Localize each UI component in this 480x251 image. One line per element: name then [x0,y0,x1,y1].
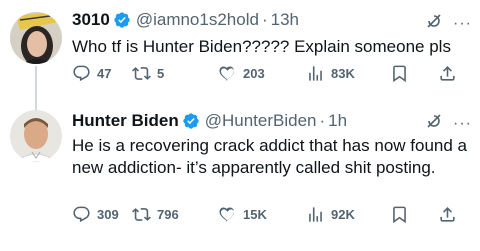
retweet-icon [132,67,151,80]
header-icons: ··· [425,112,472,135]
views-button[interactable]: 92K [306,205,355,224]
grok-icon[interactable] [425,112,443,135]
view-count: 92K [331,207,355,222]
views-icon [309,66,322,81]
tweet[interactable]: Hunter Biden @HunterBiden · 1h ··· He is… [0,100,480,251]
handle[interactable]: @HunterBiden [205,111,317,131]
tweet-text: He is a recovering crack addict that has… [72,136,467,177]
display-name[interactable]: 3010 [72,10,110,30]
retweet-count: 796 [157,207,179,222]
like-button[interactable]: 15K [218,205,267,224]
retweet-count: 5 [157,66,165,81]
bookmark-icon [393,206,406,224]
like-button[interactable]: 203 [218,64,265,83]
tweet-header: 3010 @iamno1s2hold · 13h [72,10,299,30]
like-count: 15K [243,207,267,222]
grok-icon[interactable] [425,12,443,35]
share-icon [440,207,455,222]
view-count: 83K [331,66,355,81]
views-button[interactable]: 83K [306,64,355,83]
like-count: 203 [243,66,265,81]
verified-badge-icon [113,11,131,29]
timestamp[interactable]: 13h [271,10,299,30]
action-bar: 309 796 15K 92K [72,205,470,227]
bookmark-button[interactable] [390,64,409,83]
timestamp[interactable]: 1h [328,111,347,131]
verified-badge-icon [182,112,200,130]
action-bar: 47 5 203 83K [72,64,470,86]
reply-icon [73,206,90,223]
avatar[interactable] [10,110,62,162]
avatar[interactable] [10,12,62,64]
like-icon [219,66,235,81]
more-icon[interactable]: ··· [453,15,472,32]
separator: · [319,111,326,130]
reply-icon [73,65,90,82]
reply-count: 309 [97,207,119,222]
header-icons: ··· [425,12,472,35]
views-icon [309,207,322,222]
tweet-header: Hunter Biden @HunterBiden · 1h [72,111,347,131]
more-icon[interactable]: ··· [453,115,472,132]
display-name[interactable]: Hunter Biden [72,111,179,131]
retweet-button[interactable]: 5 [132,64,164,83]
tweet-text: Who tf is Hunter Biden????? Explain some… [72,37,451,56]
reply-count: 47 [97,66,112,81]
share-icon [440,66,455,81]
bookmark-icon [393,65,406,83]
tweet[interactable]: 3010 @iamno1s2hold · 13h ··· Who tf is H… [0,0,480,114]
retweet-icon [132,208,151,221]
like-icon [219,207,235,222]
reply-button[interactable]: 309 [72,205,119,224]
separator: · [261,10,268,29]
share-button[interactable] [438,64,457,83]
retweet-button[interactable]: 796 [132,205,179,224]
bookmark-button[interactable] [390,205,409,224]
reply-button[interactable]: 47 [72,64,111,83]
share-button[interactable] [438,205,457,224]
handle[interactable]: @iamno1s2hold [136,10,259,30]
